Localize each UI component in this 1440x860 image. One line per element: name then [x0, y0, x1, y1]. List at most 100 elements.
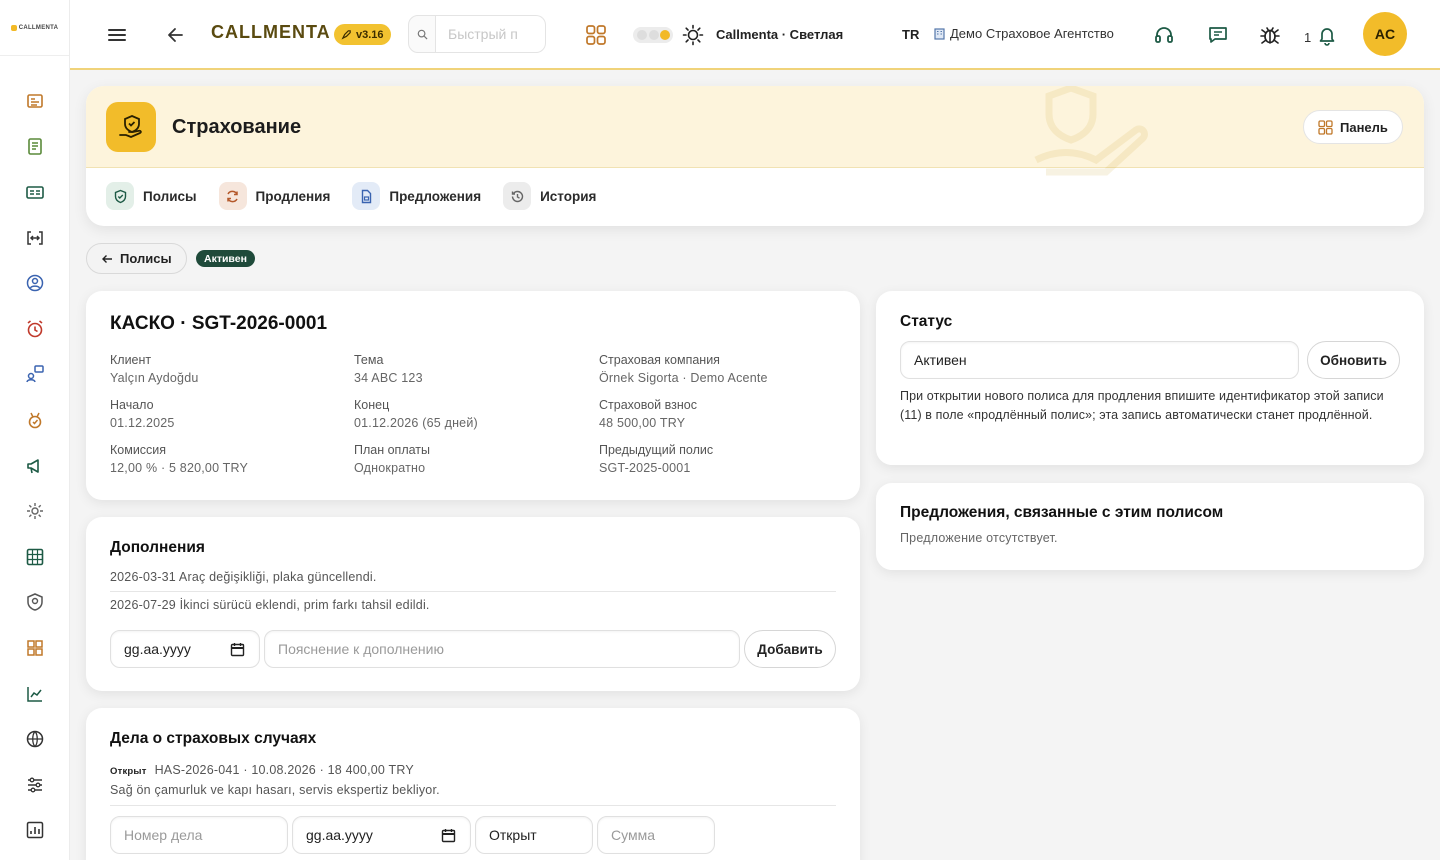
language-switch[interactable]: TR — [902, 27, 919, 42]
menu-icon[interactable] — [106, 24, 128, 46]
sun-icon[interactable] — [682, 24, 704, 46]
headset-icon[interactable] — [1153, 24, 1175, 46]
field-value: 48 500,00 TRY — [599, 416, 686, 430]
policy-details-card: КАСКО · SGT-2026-0001 Клиент Yalçın Aydoğ… — [86, 291, 860, 500]
addendum-date-input[interactable]: gg.aa.yyyy — [110, 630, 260, 668]
theme-label[interactable]: Callmenta · Светлая — [716, 27, 843, 42]
sidebar-item-warning[interactable] — [0, 853, 70, 860]
alarm-icon — [27, 320, 43, 338]
field-value: 12,00 % · 5 820,00 TRY — [110, 461, 249, 475]
field-label: Страховая компания — [599, 353, 720, 367]
calendar-icon[interactable] — [230, 642, 245, 657]
claim-status-select[interactable]: Открыт — [475, 816, 593, 854]
field-label: Страховой взнос — [599, 398, 697, 412]
status-title: Статус — [900, 313, 953, 330]
tab-renewals[interactable]: Продления — [218, 182, 330, 210]
status-select[interactable]: Активен — [900, 341, 1299, 379]
apps-grid-icon[interactable] — [585, 24, 607, 46]
no-offers-text: Предложение отсутствует. — [900, 531, 1058, 545]
clipboard-icon — [28, 138, 42, 156]
logo-text: CALLMENTA — [18, 24, 59, 31]
add-addendum-button[interactable]: Добавить — [744, 630, 836, 668]
quick-search — [408, 15, 546, 53]
field-subject: Тема 34 ABC 123 — [354, 351, 584, 387]
agency-selector[interactable]: Демо Страховое Агентство — [934, 26, 1114, 41]
claim-item[interactable]: Открыт HAS-2026-041 · 10.08.2026 · 18 400… — [110, 761, 836, 806]
panel-button[interactable]: Панель — [1303, 110, 1403, 144]
sidebar-item-user-chat[interactable] — [0, 352, 70, 398]
sidebar-item-globe[interactable] — [0, 716, 70, 762]
sidebar-item-dashboard[interactable] — [0, 78, 70, 124]
field-value: Однократно — [354, 461, 426, 475]
tab-offers[interactable]: Предложения — [352, 182, 481, 210]
sidebar-item-chart-line[interactable] — [0, 671, 70, 717]
field-label: План оплаты — [354, 443, 431, 457]
field-value: 01.12.2025 — [110, 416, 175, 430]
notification-count: 1 — [1304, 30, 1312, 45]
megaphone-icon — [27, 458, 39, 473]
settings-icon — [27, 503, 43, 520]
search-input[interactable] — [436, 15, 546, 53]
chat-icon[interactable] — [1207, 24, 1229, 46]
user-avatar[interactable]: AC — [1363, 12, 1407, 56]
sidebar-item-medal[interactable] — [0, 397, 70, 443]
panel-grid-icon — [1318, 119, 1333, 135]
dashboard-icon — [27, 93, 43, 108]
insurance-watermark-icon — [1034, 86, 1148, 176]
addendum-note-input[interactable]: Пояснение к дополнению — [264, 630, 740, 668]
sidebar-item-id-card[interactable] — [0, 169, 70, 215]
sidebar-item-sliders[interactable] — [0, 762, 70, 808]
sidebar-item-alarm[interactable] — [0, 306, 70, 352]
related-offers-card: Предложения, связанные с этим полисом Пр… — [876, 483, 1424, 570]
case-number-input[interactable]: Номер дела — [110, 816, 288, 854]
sidebar-logo[interactable]: CALLMENTA — [0, 0, 69, 56]
tab-label: Полисы — [143, 188, 197, 204]
bug-icon[interactable] — [1259, 24, 1281, 46]
claims-card: Дела о страховых случаях Открыт HAS-2026-… — [86, 708, 860, 860]
bell-icon[interactable] — [1316, 24, 1338, 46]
tab-history[interactable]: История — [503, 182, 596, 210]
sidebar-item-shield[interactable] — [0, 580, 70, 626]
shield-icon — [27, 593, 43, 612]
sidebar-item-user-circle[interactable] — [0, 260, 70, 306]
theme-toggle[interactable] — [633, 27, 673, 43]
topbar: CALLMENTA v3.16 Callmenta · Светлая TR Д… — [70, 0, 1440, 70]
arrow-left-icon — [102, 254, 112, 263]
renewal-note: При открытии нового полиса для продления… — [900, 389, 1384, 422]
agency-name: Демо Страховое Агентство — [950, 26, 1114, 41]
chart-line-icon — [27, 686, 42, 702]
sidebar-item-clipboard[interactable] — [0, 124, 70, 170]
sidebar-item-report[interactable] — [0, 808, 70, 854]
sidebar-item-settings[interactable] — [0, 488, 70, 534]
field-label: Комиссия — [110, 443, 167, 457]
back-arrow-icon[interactable] — [166, 24, 186, 46]
calendar-icon[interactable] — [441, 828, 456, 843]
module-header: Страхование Панель Полисы Продления Пред… — [86, 86, 1424, 226]
insurance-module-icon — [106, 102, 156, 152]
boxes-icon — [27, 640, 43, 656]
field-insurer: Страховая компания Örnek Sigorta · Demo A… — [599, 351, 829, 387]
update-status-button[interactable]: Обновить — [1307, 341, 1400, 379]
field-previous-policy: Предыдущий полис SGT-2025-0001 — [599, 441, 829, 477]
sidebar-item-grid[interactable] — [0, 534, 70, 580]
sidebar-item-boxes[interactable] — [0, 625, 70, 671]
version-label: v3.16 — [356, 28, 384, 41]
tab-label: История — [540, 188, 597, 204]
status-card: Статус Активен Обновить При открытии нов… — [876, 291, 1424, 465]
back-to-policies-button[interactable]: Полисы — [86, 243, 187, 274]
date-placeholder: gg.aa.yyyy — [124, 641, 191, 657]
field-label: Клиент — [110, 353, 152, 367]
tab-policies[interactable]: Полисы — [106, 182, 197, 210]
policy-title: КАСКО · SGT-2026-0001 — [110, 313, 328, 334]
panel-button-label: Панель — [1340, 119, 1388, 135]
claim-date-input[interactable]: gg.aa.yyyy — [292, 816, 471, 854]
report-icon — [26, 822, 44, 839]
sidebar-item-megaphone[interactable] — [0, 443, 70, 489]
brand-name[interactable]: CALLMENTA — [211, 22, 331, 43]
search-icon[interactable] — [408, 15, 436, 53]
sidebar-item-code-brackets[interactable] — [0, 215, 70, 261]
field-value: 34 ABC 123 — [354, 371, 423, 385]
field-value: Örnek Sigorta · Demo Acente — [599, 371, 768, 385]
claim-amount-input[interactable]: Сумма — [597, 816, 715, 854]
field-end: Конец 01.12.2026 (65 дней) — [354, 396, 584, 432]
